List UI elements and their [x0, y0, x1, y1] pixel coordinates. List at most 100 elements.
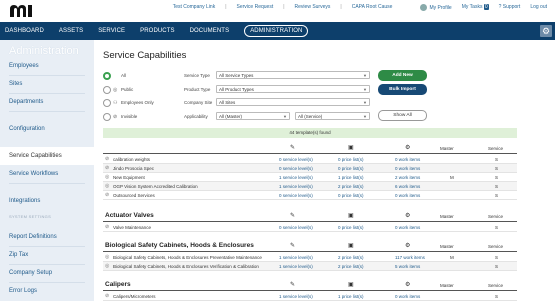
sidebar-item-sites[interactable]: Sites [0, 75, 94, 93]
sidebar-item-employees[interactable]: Employees [0, 57, 94, 75]
support-label: Support [502, 4, 521, 10]
price-lists-link[interactable]: 0 price list(s) [338, 193, 364, 198]
money-icon: ▣ [348, 282, 354, 288]
table-row[interactable]: ⊘ Valve Maintenance 0 service level(s) 0… [103, 223, 517, 232]
table-row[interactable]: ◎ New Equipment 1 service level(s) 1 pri… [103, 173, 517, 182]
service-type-select[interactable]: All Service Types ▼ [216, 71, 370, 79]
work-items-link[interactable]: 0 work items [395, 225, 420, 230]
price-lists-link[interactable]: 2 price list(s) [338, 184, 364, 189]
work-items-link[interactable]: 5 work items [395, 264, 420, 269]
table-row[interactable]: ⊘ Outsourced Services 0 service level(s)… [103, 191, 517, 200]
link-my-tasks[interactable]: My Tasks 0 [462, 4, 489, 11]
price-lists-link[interactable]: 1 price list(s) [338, 175, 364, 180]
work-items-link[interactable]: 6 work items [395, 184, 420, 189]
link-support[interactable]: ? Support [499, 4, 521, 11]
link-service-request[interactable]: Service Request [237, 4, 274, 11]
row-label[interactable]: Valve Maintenance [113, 225, 151, 230]
service-levels-link[interactable]: 0 service level(s) [279, 193, 313, 198]
service-levels-link[interactable]: 1 service level(s) [279, 175, 313, 180]
service-levels-link[interactable]: 1 service level(s) [279, 255, 313, 260]
nav-documents[interactable]: DOCUMENTS [190, 28, 230, 34]
nav-service[interactable]: SERVICE [98, 28, 125, 34]
radio-employees-only[interactable] [103, 99, 111, 107]
price-lists-link[interactable]: 1 price list(s) [338, 294, 364, 299]
price-lists-link[interactable]: 0 price list(s) [338, 166, 364, 171]
work-items-link[interactable]: 0 work items [395, 193, 420, 198]
row-label[interactable]: OGP Vision System Accredited Calibration [113, 184, 198, 189]
radio-public[interactable] [103, 86, 111, 94]
table-row[interactable]: ◎ Biological Safety Cabinets, Hoods & En… [103, 253, 517, 262]
service-flag: S [495, 166, 499, 171]
company-logo[interactable] [9, 4, 33, 18]
applicability-service-select[interactable]: All (Service) ▼ [295, 112, 370, 120]
company-site-select[interactable]: All Sites ▼ [216, 98, 370, 106]
row-label[interactable]: Biological Safety Cabinets, Hoods & Encl… [113, 264, 259, 269]
service-levels-link[interactable]: 1 service level(s) [279, 184, 313, 189]
radio-invisible[interactable] [103, 113, 111, 121]
sidebar-item-company-setup[interactable]: Company Setup [0, 264, 94, 282]
price-lists-link[interactable]: 2 price list(s) [338, 264, 364, 269]
row-label[interactable]: Outsourced Services [113, 193, 155, 198]
link-capa-root-cause[interactable]: CAPA Root Cause [352, 4, 393, 11]
my-tasks-label: My Tasks [461, 4, 483, 10]
row-label[interactable]: Calipers/Micrometers [113, 294, 156, 299]
price-lists-link[interactable]: 2 price list(s) [338, 255, 364, 260]
link-review-surveys[interactable]: Review Surveys [295, 4, 331, 11]
product-type-select[interactable]: All Product Types ▼ [216, 85, 370, 93]
work-items-link[interactable]: 117 work items [395, 255, 425, 260]
table-row[interactable]: ◎ OGP Vision System Accredited Calibrati… [103, 182, 517, 191]
applicability-master-select[interactable]: All (Master) ▼ [216, 112, 290, 120]
show-all-button[interactable]: Show All [378, 110, 427, 121]
service-levels-link[interactable]: 1 service level(s) [279, 264, 313, 269]
service-levels-link[interactable]: 0 service level(s) [279, 166, 313, 171]
link-my-profile[interactable]: My Profile [420, 4, 452, 11]
table-row[interactable]: ◎ Biological Safety Cabinets, Hoods & En… [103, 262, 517, 271]
nav-dashboard[interactable]: DASHBOARD [5, 28, 44, 34]
work-items-link[interactable]: 0 work items [395, 166, 420, 171]
price-lists-link[interactable]: 0 price list(s) [338, 225, 364, 230]
service-type-label: Service Type [184, 73, 210, 78]
row-label[interactable]: New Equipment [113, 175, 145, 180]
sidebar-item-service-workflows[interactable]: Service Workflows [0, 165, 94, 183]
table-row[interactable]: ⊘ Calipers/Micrometers 1 service level(s… [103, 292, 517, 301]
price-lists-link[interactable]: 0 price list(s) [338, 157, 364, 162]
bulk-import-button[interactable]: Bulk Import [378, 84, 427, 95]
service-levels-link[interactable]: 1 service level(s) [279, 294, 313, 299]
gear-icon: ⚙ [405, 145, 411, 151]
my-profile-label: My Profile [429, 4, 452, 11]
sidebar-item-integrations[interactable]: Integrations [0, 192, 94, 210]
sidebar-item-zip-tax[interactable]: Zip Tax [0, 246, 94, 264]
radio-all[interactable] [103, 72, 111, 80]
row-label[interactable]: calibration weights [113, 157, 150, 162]
nav-assets[interactable]: ASSETS [59, 28, 83, 34]
work-items-link[interactable]: 2 work items [395, 175, 420, 180]
divider: | [283, 4, 285, 10]
divider: | [225, 4, 227, 10]
row-label[interactable]: Jindo Prosocia Spec [113, 166, 154, 171]
service-levels-link[interactable]: 0 service level(s) [279, 225, 313, 230]
nav-products[interactable]: PRODUCTS [140, 28, 174, 34]
table-row[interactable]: ⊘ Jindo Prosocia Spec 0 service level(s)… [103, 164, 517, 173]
sidebar-item-configuration[interactable]: Configuration [0, 120, 94, 138]
admin-sidebar: Administration Employees Sites Departmen… [0, 40, 94, 301]
sidebar-item-departments[interactable]: Departments [0, 93, 94, 111]
settings-gear-icon[interactable]: ⚙ [540, 25, 552, 37]
sidebar-item-error-logs[interactable]: Error Logs [0, 282, 94, 300]
row-label[interactable]: Biological Safety Cabinets, Hoods & Encl… [113, 255, 262, 260]
link-log-out[interactable]: Log out [530, 4, 547, 11]
sidebar-item-report-definitions[interactable]: Report Definitions [0, 228, 94, 246]
gear-icon: ⚙ [405, 243, 411, 249]
table-row[interactable]: ⊘ calibration weights 0 service level(s)… [103, 155, 517, 164]
sidebar-item-service-capabilities[interactable]: Service Capabilities [0, 147, 94, 165]
divider: | [340, 4, 342, 10]
service-levels-link[interactable]: 0 service level(s) [279, 157, 313, 162]
wrench-icon: ✎ [290, 213, 296, 219]
eye-slash-icon: ⊘ [105, 165, 110, 171]
link-test-company[interactable]: Test Company Link [173, 4, 216, 11]
applicability-label: Applicability [184, 114, 208, 119]
nav-administration[interactable]: ADMINISTRATION [244, 25, 309, 37]
work-items-link[interactable]: 0 work items [395, 294, 420, 299]
service-flag: S [495, 294, 499, 299]
add-new-button[interactable]: Add New [378, 70, 427, 81]
work-items-link[interactable]: 0 work items [395, 157, 420, 162]
